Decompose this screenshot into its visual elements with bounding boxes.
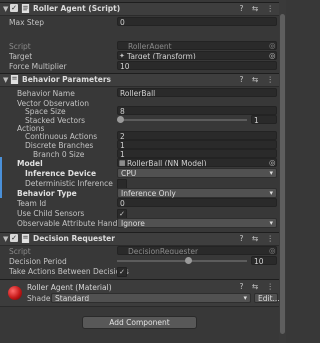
script-icon [21, 234, 30, 243]
nn-model-icon: ▦ [119, 159, 126, 167]
inference-device-label: Inference Device [25, 169, 97, 178]
fold-arrow-icon[interactable]: ▼ [3, 76, 8, 84]
header-icons[interactable]: ? ⇆ ⋮ [239, 75, 277, 84]
model-field[interactable]: RollerBall (NN Model) [117, 158, 277, 167]
dropdown-arrow-icon: ▾ [269, 219, 273, 227]
dropdown-value: CPU [121, 169, 137, 178]
component-title: Roller Agent (Script) [33, 4, 121, 13]
shader-label: Shader [27, 294, 54, 303]
decision-period-label: Decision Period [9, 257, 67, 266]
force-label: Force Multiplier [9, 62, 67, 71]
dropdown-value: Inference Only [121, 189, 176, 198]
object-picker-icon: ◎ [269, 41, 276, 50]
shader-edit-button[interactable]: Edit... [254, 293, 280, 303]
divider [0, 306, 279, 307]
decision-period-slider-track[interactable] [117, 260, 247, 262]
decision-period-slider-knob[interactable] [184, 257, 192, 264]
dropdown-value: Standard [55, 294, 90, 303]
branch0-field[interactable]: 1 [117, 149, 277, 158]
component-title: Decision Requester [33, 234, 115, 243]
decision-period-field[interactable]: 10 [251, 256, 277, 265]
inference-device-dropdown[interactable]: CPU ▾ [117, 168, 277, 178]
script-field: RollerAgent [117, 41, 277, 50]
behavior-type-dropdown[interactable]: Inference Only ▾ [117, 188, 277, 198]
behavior-name-field[interactable]: RollerBall [117, 88, 277, 97]
observable-label: Observable Attribute Handling [17, 219, 132, 228]
object-picker-icon: ◎ [269, 246, 276, 255]
model-label: Model [17, 159, 43, 168]
target-field[interactable]: Target (Transform) [117, 51, 277, 60]
script-icon [21, 4, 30, 13]
header-icons[interactable]: ? ⇆ ⋮ [239, 234, 277, 243]
inspector-scrollbar[interactable] [279, 0, 286, 343]
observable-row: Observable Attribute Handling Ignore ▾ [0, 218, 279, 229]
material-title: Roller Agent (Material) [27, 283, 112, 292]
enable-checkbox[interactable]: ✓ [10, 4, 18, 12]
fold-arrow-icon[interactable]: ▼ [3, 235, 8, 243]
dropdown-arrow-icon: ▾ [243, 294, 247, 302]
force-row: Force Multiplier 10 [0, 61, 279, 72]
enable-checkbox[interactable]: ✓ [10, 234, 18, 242]
take-actions-checkbox[interactable]: ✓ [117, 267, 127, 277]
header-icons[interactable]: ? ⇆ ⋮ [239, 282, 277, 291]
scrollbar-thumb[interactable] [280, 14, 285, 334]
dropdown-value: Ignore [121, 219, 145, 228]
max-step-row: Max Step 0 [0, 17, 279, 28]
target-label: Target [9, 52, 33, 61]
deterministic-label: Deterministic Inference [25, 179, 113, 188]
discrete-branches-field[interactable]: 1 [117, 140, 277, 149]
behavior-parameters-header[interactable]: ▼ Behavior Parameters ? ⇆ ⋮ [0, 73, 279, 87]
stacked-vectors-slider-track[interactable] [117, 119, 247, 121]
shader-dropdown[interactable]: Standard ▾ [51, 293, 251, 303]
team-id-field[interactable]: 0 [117, 198, 277, 207]
continuous-actions-field[interactable]: 2 [117, 131, 277, 140]
material-section: Roller Agent (Material) Shader Standard ▾… [0, 279, 280, 307]
space-size-field[interactable]: 8 [117, 106, 277, 115]
target-picker-icon[interactable]: ◎ [269, 51, 276, 60]
roller-agent-header[interactable]: ▼ ✓ Roller Agent (Script) ? ⇆ ⋮ [0, 2, 279, 16]
dropdown-arrow-icon: ▾ [269, 189, 273, 197]
component-title: Behavior Parameters [22, 75, 111, 84]
dropdown-arrow-icon: ▾ [269, 169, 273, 177]
behavior-name-label: Behavior Name [17, 89, 75, 98]
max-step-field[interactable]: 0 [117, 17, 277, 26]
script-icon [10, 75, 19, 84]
material-ball-icon [8, 286, 22, 300]
observable-dropdown[interactable]: Ignore ▾ [117, 218, 277, 228]
fold-arrow-icon[interactable]: ▼ [3, 5, 8, 13]
script-label: Script [9, 42, 31, 51]
team-id-label: Team Id [17, 199, 47, 208]
transform-icon: ✦ [119, 52, 125, 60]
header-icons[interactable]: ? ⇆ ⋮ [239, 4, 277, 13]
take-actions-label: Take Actions Between Decisions [9, 267, 129, 276]
child-sensors-label: Use Child Sensors [17, 209, 85, 218]
decision-requester-header[interactable]: ▼ ✓ Decision Requester ? ⇆ ⋮ [0, 232, 279, 246]
behavior-type-label: Behavior Type [17, 189, 77, 198]
max-step-label: Max Step [9, 18, 44, 27]
dr-script-label: Script [9, 247, 31, 256]
add-component-button[interactable]: Add Component [82, 316, 197, 329]
force-field[interactable]: 10 [117, 61, 277, 70]
stacked-vectors-slider-knob[interactable] [117, 116, 124, 123]
dr-script-field: DecisionRequester [117, 246, 277, 255]
take-actions-row: Take Actions Between Decisions ✓ [0, 266, 279, 277]
model-picker-icon[interactable]: ◎ [269, 158, 276, 167]
